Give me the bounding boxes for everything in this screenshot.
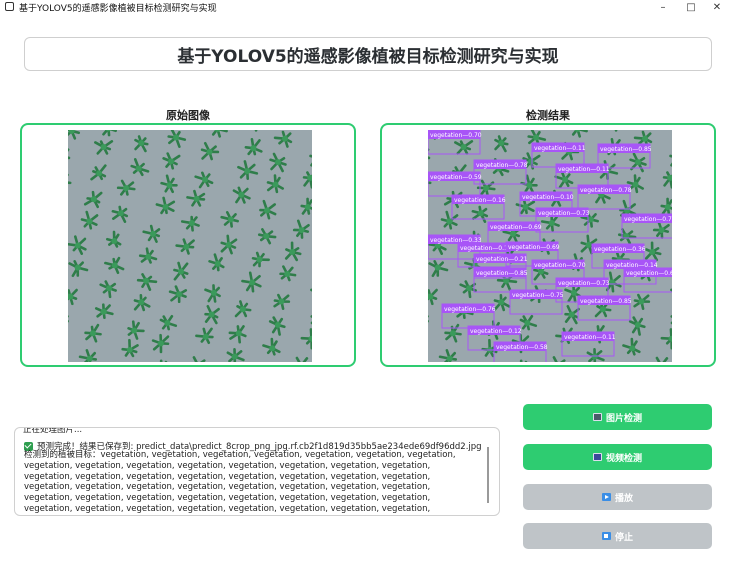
detection-label: vegetation—0.21	[476, 256, 528, 263]
detection-label: vegetation—0.69	[490, 224, 542, 231]
detection-label: vegetation—0.85	[476, 270, 528, 277]
detection-label: vegetation—0.78	[476, 162, 528, 169]
detection-label: vegetation—0.11	[558, 166, 610, 173]
log-output[interactable]: 正在处理图片... 预测完成！结果已保存到: predict_data\pred…	[14, 427, 500, 516]
log-targets-text: 检测到的植被目标：vegetation, vegetation, vegetat…	[24, 450, 456, 515]
detection-label: vegetation—0.73	[558, 280, 610, 287]
image-detect-label: 图片检测	[605, 413, 642, 424]
detection-label: vegetation—0.71	[624, 216, 672, 223]
log-scrollbar[interactable]	[487, 447, 489, 503]
detection-label: vegetation—0.70	[534, 262, 586, 269]
stop-icon	[601, 532, 611, 540]
stop-label: 停止	[614, 532, 633, 543]
play-label: 播放	[614, 493, 633, 504]
stop-button[interactable]: 停止	[523, 523, 712, 549]
play-icon	[601, 493, 611, 501]
detection-label: vegetation—0.58	[496, 344, 548, 351]
detection-result-image: vegetation—0.70 vegetation—0.11 vegetation…	[428, 130, 672, 362]
result-image-panel: vegetation—0.70 vegetation—0.11 vegetation…	[380, 123, 716, 367]
video-icon	[592, 453, 602, 461]
header-banner: 基于YOLOV5的遥感影像植被目标检测研究与实现	[24, 37, 712, 71]
original-image-panel	[20, 123, 356, 367]
video-detect-label: 视频检测	[605, 453, 642, 464]
detection-label: vegetation—0.17	[460, 245, 512, 252]
window-titlebar: 基于YOLOV5的遥感影像植被目标检测研究与实现 – □ ✕	[0, 0, 732, 14]
original-image	[68, 130, 312, 362]
image-detect-button[interactable]: 图片检测	[523, 404, 712, 430]
image-icon	[592, 413, 602, 421]
play-button[interactable]: 播放	[523, 484, 712, 510]
window-title: 基于YOLOV5的遥感影像植被目标检测研究与实现	[19, 4, 217, 14]
detection-label: vegetation—0.63	[626, 270, 672, 277]
original-image-label: 原始图像	[166, 109, 210, 122]
detection-label: vegetation—0.78	[580, 187, 632, 194]
maximize-icon[interactable]: □	[678, 0, 704, 14]
close-icon[interactable]: ✕	[704, 0, 730, 14]
result-image-label: 检测结果	[526, 109, 570, 122]
minimize-icon[interactable]: –	[650, 0, 676, 14]
detection-label: vegetation—0.36	[594, 246, 646, 253]
detection-label: vegetation—0.11	[534, 145, 586, 152]
detection-label: vegetation—0.12	[470, 328, 522, 335]
original-field-image	[68, 130, 312, 362]
detection-label: vegetation—0.75	[512, 292, 564, 299]
video-detect-button[interactable]: 视频检测	[523, 444, 712, 470]
detection-label: vegetation—0.16	[454, 197, 506, 204]
log-prev-line: 正在处理图片...	[23, 427, 83, 435]
app-icon	[5, 2, 14, 11]
detection-label: vegetation—0.85	[600, 146, 652, 153]
detection-label: vegetation—0.69	[508, 244, 560, 251]
detection-label: vegetation—0.11	[564, 334, 616, 341]
detection-label: vegetation—0.85	[580, 298, 632, 305]
detection-label: vegetation—0.73	[538, 210, 590, 217]
detection-label: vegetation—0.10	[522, 194, 574, 201]
detection-label: vegetation—0.76	[444, 306, 496, 313]
detection-label: vegetation—0.59	[430, 174, 482, 181]
result-image: vegetation—0.70 vegetation—0.11 vegetation…	[428, 130, 672, 362]
page-title: 基于YOLOV5的遥感影像植被目标检测研究与实现	[177, 46, 559, 67]
detection-label: vegetation—0.70	[430, 132, 482, 139]
